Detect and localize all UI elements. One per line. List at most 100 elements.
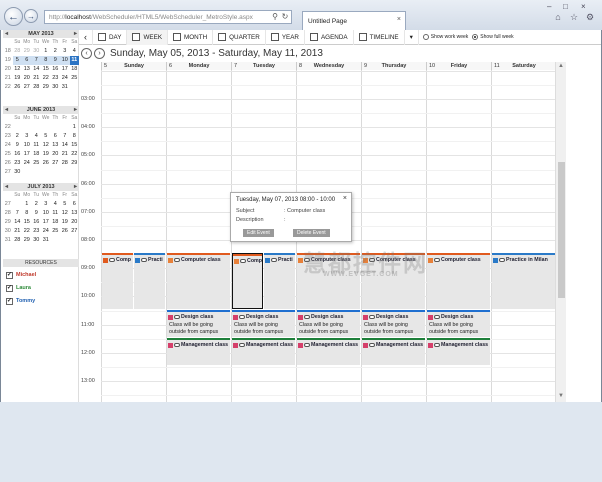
- minical-day[interactable]: 23: [32, 227, 42, 236]
- minical-day[interactable]: 27: [70, 227, 80, 236]
- checkbox-checked-icon[interactable]: ✓: [6, 284, 13, 292]
- radio-off-icon[interactable]: [422, 34, 429, 40]
- event-practice-milan[interactable]: Practi: [264, 253, 295, 309]
- minical-day[interactable]: 10: [60, 56, 70, 65]
- minical-day[interactable]: [51, 123, 61, 132]
- minical-day[interactable]: 24: [22, 159, 32, 168]
- minical-day[interactable]: 13: [70, 209, 80, 218]
- minical-day[interactable]: 11: [51, 209, 61, 218]
- event-computer-class[interactable]: Comp: [232, 253, 263, 309]
- event-design-class[interactable]: Design class Class will be going outside …: [232, 310, 295, 337]
- minical-day[interactable]: 21: [32, 74, 42, 83]
- minical-day[interactable]: [70, 168, 80, 177]
- minical-day[interactable]: 10: [41, 209, 51, 218]
- view-day-button[interactable]: DAY: [93, 29, 128, 45]
- minical-day[interactable]: [13, 200, 23, 209]
- next-month-icon[interactable]: ▸: [74, 30, 77, 38]
- next-week-icon[interactable]: ›: [94, 48, 105, 59]
- minical-day[interactable]: 1: [22, 200, 32, 209]
- minical-day[interactable]: 22: [70, 150, 80, 159]
- minical-day[interactable]: 20: [22, 74, 32, 83]
- minical-day[interactable]: 20: [70, 218, 80, 227]
- minical-day[interactable]: 18: [32, 150, 42, 159]
- browser-tab[interactable]: Untitled Page ×: [302, 11, 406, 30]
- minical-day[interactable]: 25: [32, 159, 42, 168]
- minical-day[interactable]: 9: [50, 56, 60, 65]
- edit-event-button[interactable]: Edit Event: [243, 229, 274, 237]
- minical-day[interactable]: [60, 236, 70, 245]
- minical-day[interactable]: 29: [22, 47, 32, 56]
- minical-day[interactable]: 19: [41, 150, 51, 159]
- event-management-class[interactable]: Management class: [167, 338, 230, 365]
- minical-day[interactable]: 30: [51, 83, 61, 92]
- minical-day[interactable]: 14: [60, 141, 70, 150]
- minical-day[interactable]: 28: [60, 159, 70, 168]
- minical-day[interactable]: 16: [13, 150, 23, 159]
- resource-laura[interactable]: ✓ Laura: [6, 283, 31, 293]
- minical-day[interactable]: 2: [13, 132, 23, 141]
- minical-day[interactable]: 13: [22, 65, 32, 74]
- minical-day[interactable]: 2: [51, 47, 61, 56]
- event-design-class[interactable]: Design class Class will be going outside …: [167, 310, 230, 337]
- next-month-icon[interactable]: ▸: [74, 183, 77, 191]
- minical-day[interactable]: 4: [32, 132, 42, 141]
- minical-day[interactable]: 25: [70, 74, 80, 83]
- close-window-icon[interactable]: ×: [581, 2, 586, 11]
- event-computer-class[interactable]: Comp: [102, 253, 133, 309]
- minical-day[interactable]: 21: [13, 227, 23, 236]
- minical-day[interactable]: [32, 123, 42, 132]
- minical-day[interactable]: 3: [60, 47, 70, 56]
- minical-day[interactable]: 21: [60, 150, 70, 159]
- event-practice-milan[interactable]: Practice in Milan: [492, 253, 555, 309]
- minical-day[interactable]: [70, 236, 80, 245]
- minical-day[interactable]: 8: [22, 209, 32, 218]
- radio-work-week[interactable]: Show work week: [422, 34, 468, 40]
- minical-day[interactable]: 11: [69, 56, 79, 65]
- minical-day[interactable]: 5: [41, 132, 51, 141]
- minical-day[interactable]: 23: [13, 159, 23, 168]
- minical-day[interactable]: 2: [32, 200, 42, 209]
- minical-day[interactable]: 6: [70, 200, 80, 209]
- minical-day[interactable]: [41, 168, 51, 177]
- prev-month-icon[interactable]: ◂: [5, 30, 8, 38]
- event-management-class[interactable]: Management class: [427, 338, 490, 365]
- view-month-button[interactable]: MONTH: [168, 29, 214, 45]
- event-computer-class[interactable]: Computer class: [427, 253, 490, 309]
- minical-day[interactable]: 7: [31, 56, 41, 65]
- minical-day[interactable]: 12: [60, 209, 70, 218]
- prev-month-icon[interactable]: ◂: [5, 183, 8, 191]
- minical-day[interactable]: 15: [70, 141, 80, 150]
- view-agenda-button[interactable]: AGENDA: [305, 29, 354, 45]
- minical-day[interactable]: 26: [13, 83, 23, 92]
- minical-day[interactable]: 14: [32, 65, 42, 74]
- view-year-button[interactable]: YEAR: [266, 29, 305, 45]
- minical-day[interactable]: 24: [41, 227, 51, 236]
- minical-day[interactable]: 1: [70, 123, 80, 132]
- minical-day[interactable]: 28: [13, 47, 23, 56]
- minical-day[interactable]: 22: [22, 227, 32, 236]
- minical-day[interactable]: 20: [51, 150, 61, 159]
- back-icon[interactable]: ←: [4, 7, 23, 26]
- event-design-class[interactable]: Design class Class will be going outside …: [362, 310, 425, 337]
- scroll-down-icon[interactable]: ▼: [558, 393, 564, 399]
- minical-day[interactable]: 15: [41, 65, 51, 74]
- radio-full-week[interactable]: Show full week: [472, 34, 514, 40]
- minical-day[interactable]: [22, 168, 32, 177]
- minical-day[interactable]: 29: [41, 83, 51, 92]
- forward-icon[interactable]: →: [24, 9, 38, 23]
- minical-day[interactable]: 7: [13, 209, 23, 218]
- minical-day[interactable]: 24: [60, 74, 70, 83]
- minical-day[interactable]: 7: [60, 132, 70, 141]
- minical-day[interactable]: [22, 123, 32, 132]
- minical-day[interactable]: 27: [51, 159, 61, 168]
- minical-day[interactable]: 3: [22, 132, 32, 141]
- minical-day[interactable]: 10: [22, 141, 32, 150]
- minical-day[interactable]: 1: [41, 47, 51, 56]
- scrollbar-thumb[interactable]: [558, 162, 565, 298]
- resource-michael[interactable]: ✓ Michael: [6, 270, 36, 280]
- home-icon[interactable]: ⌂: [553, 12, 563, 22]
- minical-day[interactable]: 30: [32, 47, 42, 56]
- favorites-icon[interactable]: ☆: [569, 12, 579, 22]
- search-icon[interactable]: ⚲: [270, 11, 280, 22]
- minical-day[interactable]: 9: [32, 209, 42, 218]
